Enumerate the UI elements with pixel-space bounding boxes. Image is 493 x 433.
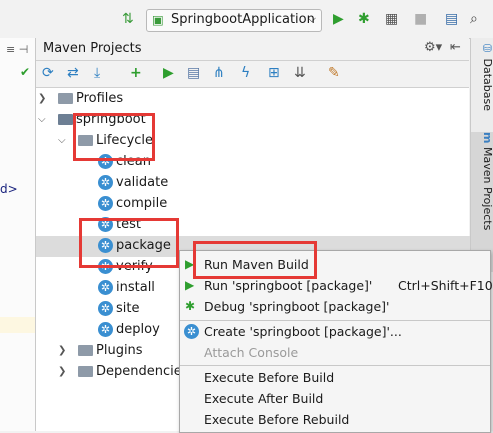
menu-attach-console[interactable]: Attach Console <box>180 342 490 363</box>
chevron-down-icon[interactable]: ⌵ <box>38 109 46 130</box>
tree-item-label: Profiles <box>76 91 124 106</box>
settings-icon[interactable]: ✎ <box>328 65 340 81</box>
run-icon[interactable]: ▶ <box>333 12 344 26</box>
tab-maven-label: Maven Projects <box>481 146 493 231</box>
goal-label: deploy <box>116 322 160 337</box>
menu-label: Attach Console <box>204 345 299 360</box>
menu-shortcut: Ctrl+Shift+F10 <box>398 278 493 293</box>
annotation-box-package <box>79 218 179 268</box>
folder-icon <box>58 88 76 109</box>
collapse-all-icon[interactable]: ⇊ <box>294 65 306 81</box>
goal-gear-icon: ✲ <box>98 280 113 295</box>
goal-site[interactable]: ✲ site <box>98 298 139 319</box>
menu-execute-after-build[interactable]: Execute After Build <box>180 388 490 409</box>
goal-label: install <box>116 280 155 295</box>
menu-create-package[interactable]: ✲ Create 'springboot [package]'... <box>180 321 490 342</box>
gear-icon: ✲ <box>184 324 199 339</box>
goal-gear-icon: ✲ <box>98 322 113 337</box>
main-toolbar: ⇅ ▣ SpringbootApplication ⌵ ▶ ✱ ▦ ■ ▤ ⌕ <box>0 0 493 39</box>
toggle-offline-icon[interactable]: ⋔ <box>213 65 225 81</box>
coverage-icon[interactable]: ▦ <box>385 12 398 26</box>
goal-compile[interactable]: ✲ compile <box>98 193 167 214</box>
folder-icon <box>78 340 96 361</box>
skip-tests-icon[interactable]: ϟ <box>241 65 250 81</box>
sort-icon[interactable]: ⇅ <box>122 12 134 26</box>
search-icon[interactable]: ⌕ <box>470 12 478 26</box>
download-icon[interactable]: ⤓ <box>94 65 100 81</box>
goal-gear-icon: ✲ <box>98 175 113 190</box>
debug-icon: ✱ <box>185 299 196 313</box>
tab-database-label: Database <box>481 58 493 112</box>
add-icon[interactable]: + <box>130 65 142 81</box>
hide-panel-icon[interactable]: ⇤ <box>450 40 461 55</box>
debug-icon[interactable]: ✱ <box>358 12 370 26</box>
menu-label: Debug 'springboot [package]' <box>204 299 390 314</box>
goal-install[interactable]: ✲ install <box>98 277 155 298</box>
check-icon: ✔ <box>20 65 31 79</box>
chevron-down-icon: ⌵ <box>307 12 316 25</box>
menu-label: Execute Before Rebuild <box>204 412 350 427</box>
chevron-right-icon[interactable]: ❯ <box>38 88 46 109</box>
highlighted-line <box>0 317 35 333</box>
tab-database[interactable]: ⛁ Database <box>471 42 493 128</box>
menu-label: Execute After Build <box>204 391 324 406</box>
menu-separator <box>180 365 490 366</box>
goal-label: site <box>116 301 140 316</box>
dependencies-icon[interactable]: ⊞ <box>268 65 280 81</box>
chevron-right-icon[interactable]: ❯ <box>58 340 66 361</box>
database-icon: ⛁ <box>481 42 493 55</box>
reimport-icon[interactable]: ⟳ <box>42 65 54 81</box>
tree-item-label: Dependencies <box>96 364 189 379</box>
goal-gear-icon: ✲ <box>98 301 113 316</box>
spring-boot-icon: ▣ <box>152 12 164 27</box>
maven-panel-title: Maven Projects <box>43 41 142 56</box>
stop-icon[interactable]: ■ <box>414 12 427 26</box>
run-configuration-select[interactable]: ▣ SpringbootApplication ⌵ <box>146 9 322 32</box>
menu-execute-before-build[interactable]: Execute Before Build <box>180 367 490 388</box>
goal-deploy[interactable]: ✲ deploy <box>98 319 160 340</box>
gear-icon[interactable]: ⚙▾ <box>424 40 442 55</box>
menu-debug-package[interactable]: ✱ Debug 'springboot [package]' <box>180 296 490 317</box>
execute-goal-icon[interactable]: ▤ <box>187 65 200 81</box>
maven-toolbar: ⟳ ⇄ ⤓ + ▶ ▤ ⋔ ϟ ⊞ ⇊ ✎ <box>36 61 469 88</box>
annotation-box-run-maven-build <box>193 241 317 279</box>
generate-sources-icon[interactable]: ⇄ <box>67 65 79 81</box>
chevron-down-icon[interactable]: ⌵ <box>58 130 66 151</box>
code-fragment: d> <box>0 182 18 196</box>
menu-execute-before-rebuild[interactable]: Execute Before Rebuild <box>180 409 490 430</box>
split-icon[interactable]: ≡ ⊣ <box>6 43 28 56</box>
menu-label: Create 'springboot [package]'... <box>204 324 402 339</box>
tree-item-label: Plugins <box>96 343 143 358</box>
run-icon[interactable]: ▶ <box>163 65 174 81</box>
chevron-right-icon[interactable]: ❯ <box>58 361 66 382</box>
goal-gear-icon: ✲ <box>98 196 113 211</box>
maven-icon: m <box>481 132 493 144</box>
goal-label: compile <box>116 196 168 211</box>
run-configuration-label: SpringbootApplication <box>171 12 315 27</box>
goal-label: validate <box>116 175 169 190</box>
editor-gutter: ≡ ⊣ ✔ d> <box>0 38 36 431</box>
structure-icon[interactable]: ▤ <box>445 12 458 26</box>
menu-label: Execute Before Build <box>204 370 335 385</box>
annotation-box-lifecycle <box>73 113 155 161</box>
folder-icon <box>78 361 96 382</box>
goal-validate[interactable]: ✲ validate <box>98 172 168 193</box>
